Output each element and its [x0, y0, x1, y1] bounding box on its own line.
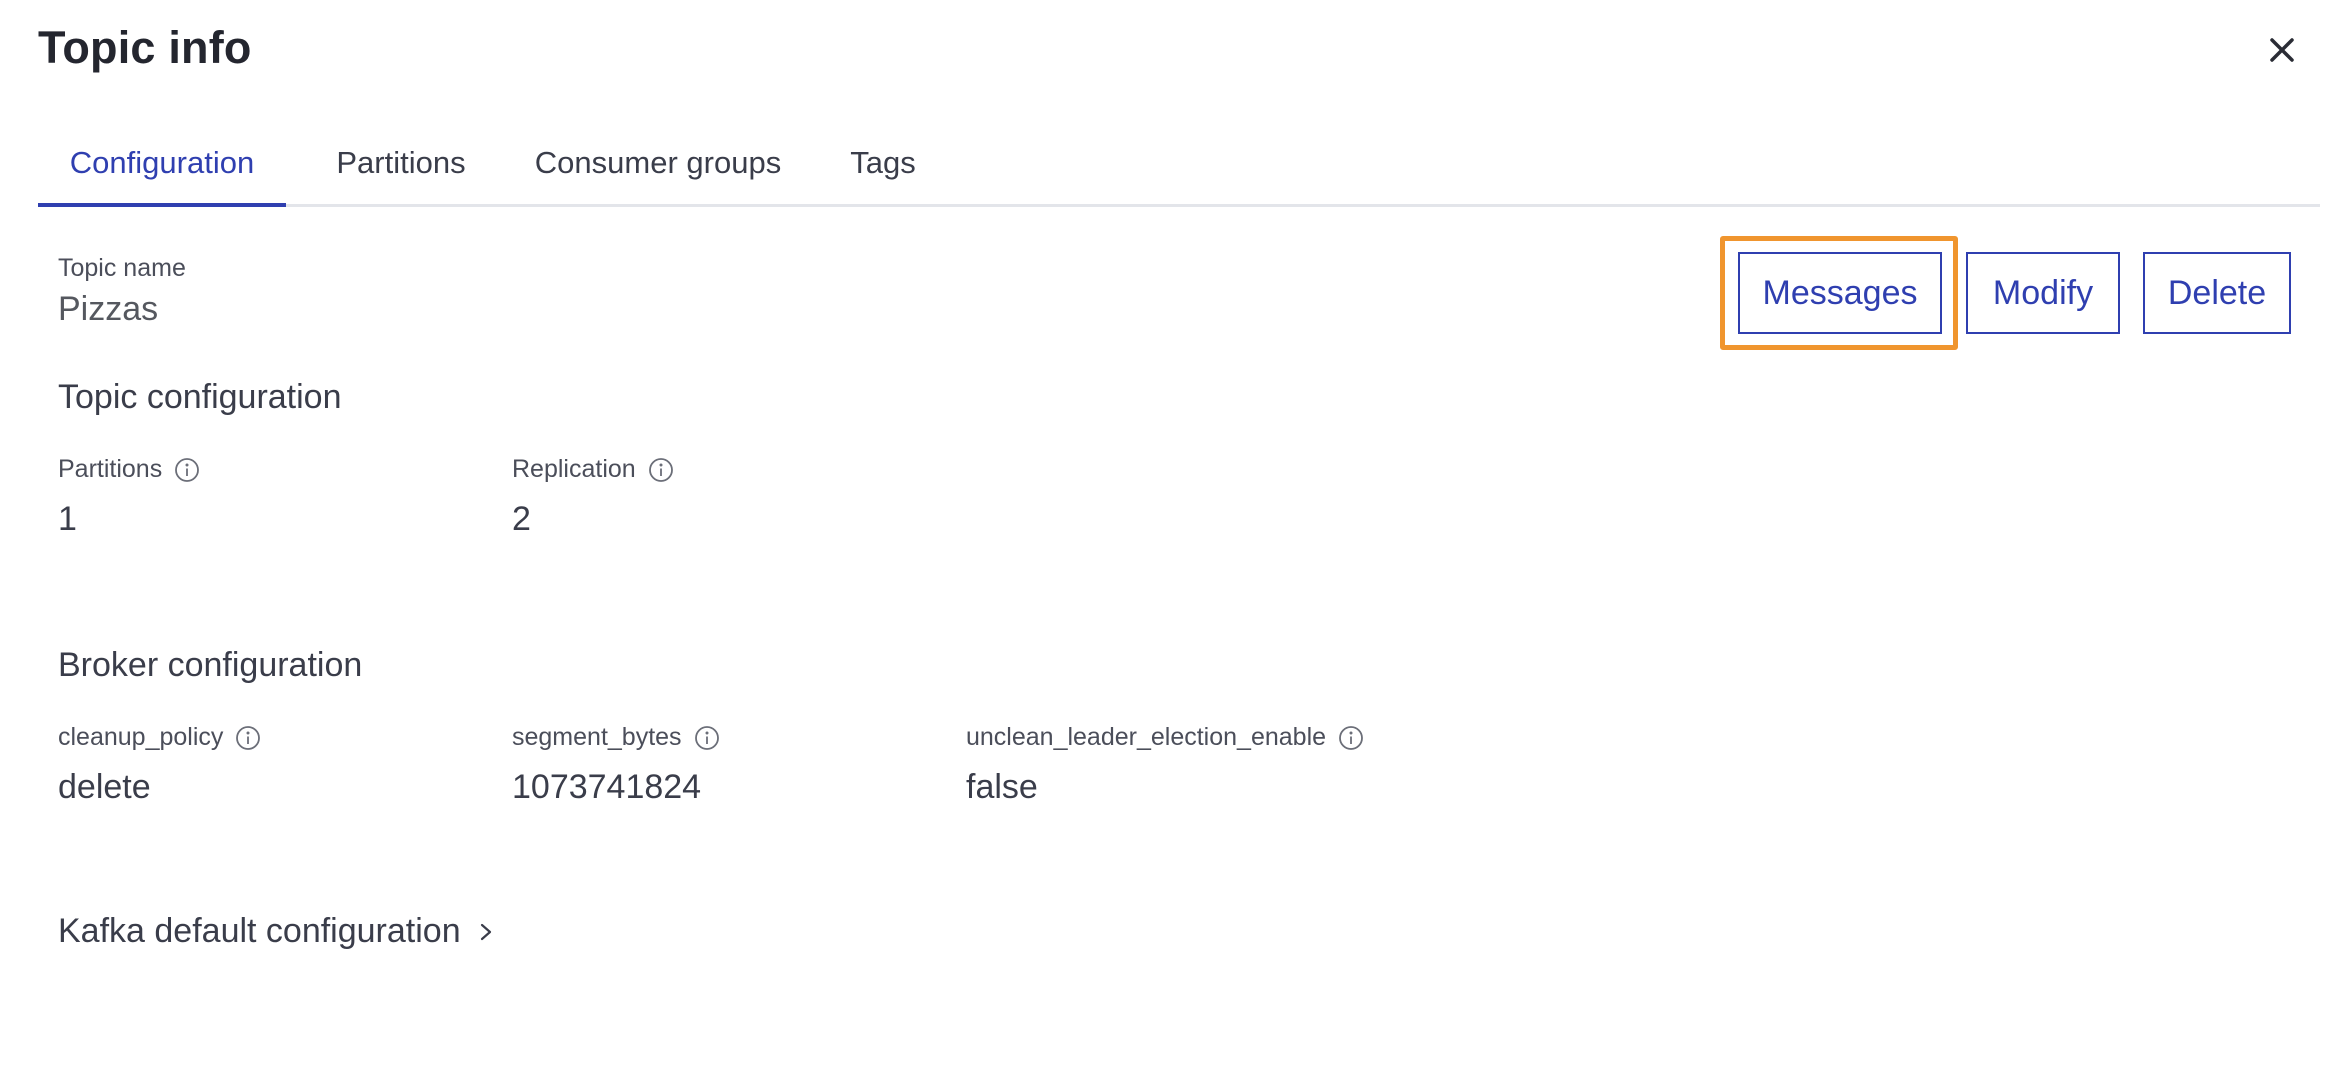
segment-bytes-label-text: segment_bytes: [512, 723, 682, 751]
tab-configuration[interactable]: Configuration: [38, 130, 286, 207]
cleanup-policy-label: cleanup_policy: [58, 723, 261, 752]
topic-configuration-heading: Topic configuration: [58, 378, 342, 416]
partitions-value: 1: [58, 500, 77, 538]
topic-name-label: Topic name: [58, 254, 186, 282]
segment-bytes-value: 1073741824: [512, 768, 702, 806]
replication-label: Replication: [512, 455, 674, 484]
tab-tags[interactable]: Tags: [830, 130, 936, 204]
info-icon[interactable]: [694, 725, 720, 751]
replication-label-text: Replication: [512, 455, 636, 483]
kafka-default-configuration-heading: Kafka default configuration: [58, 912, 461, 950]
tab-bar: Configuration Partitions Consumer groups…: [38, 130, 2320, 207]
info-icon[interactable]: [1338, 725, 1364, 751]
unclean-leader-election-label-text: unclean_leader_election_enable: [966, 723, 1327, 751]
info-icon[interactable]: [648, 457, 674, 483]
chevron-right-icon: [480, 923, 491, 940]
topic-name-value: Pizzas: [58, 290, 159, 328]
tab-partitions[interactable]: Partitions: [316, 130, 486, 204]
info-icon[interactable]: [235, 725, 261, 751]
delete-button[interactable]: Delete: [2143, 252, 2291, 334]
partitions-label: Partitions: [58, 455, 200, 484]
info-icon[interactable]: [174, 457, 200, 483]
page-title: Topic info: [38, 22, 252, 73]
partitions-label-text: Partitions: [58, 455, 163, 483]
replication-value: 2: [512, 500, 531, 538]
modify-button[interactable]: Modify: [1966, 252, 2120, 334]
close-button[interactable]: [2262, 30, 2302, 70]
cleanup-policy-label-text: cleanup_policy: [58, 723, 224, 751]
broker-configuration-heading: Broker configuration: [58, 646, 363, 684]
tab-consumer-groups[interactable]: Consumer groups: [508, 130, 808, 204]
unclean-leader-election-value: false: [966, 768, 1038, 806]
messages-button[interactable]: Messages: [1738, 252, 1942, 334]
segment-bytes-label: segment_bytes: [512, 723, 720, 752]
kafka-default-configuration-toggle[interactable]: Kafka default configuration: [58, 912, 497, 951]
close-icon: [2270, 38, 2294, 62]
unclean-leader-election-label: unclean_leader_election_enable: [966, 723, 1364, 752]
cleanup-policy-value: delete: [58, 768, 151, 806]
